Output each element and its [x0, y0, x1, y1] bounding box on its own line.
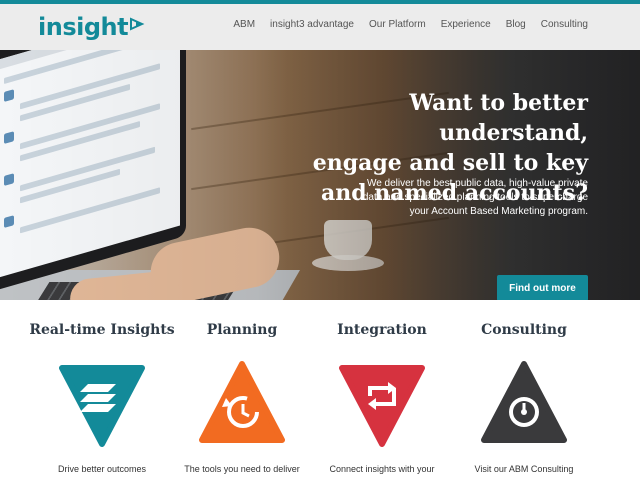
stack-layers-icon[interactable]	[58, 360, 146, 448]
feature-title: Consulting	[481, 322, 567, 338]
features-section: Real-time Insights Drive better outcomes…	[0, 300, 640, 480]
feature-title: Integration	[337, 322, 427, 338]
hero-banner: Want to better understand, engage and se…	[0, 50, 640, 300]
feature-integration[interactable]: Integration Connect insights with your	[307, 300, 457, 480]
hero-subtext-line: data and specialized planning tools to s…	[362, 192, 588, 203]
hero-headline-line: engage and sell to key	[312, 150, 588, 176]
site-header: insight ABM insight3 advantage Our Platf…	[0, 4, 640, 50]
hero-subtext: We deliver the best public data, high-va…	[338, 177, 588, 219]
nav-item-insight3-advantage[interactable]: insight3 advantage	[270, 19, 354, 30]
nav-item-abm[interactable]: ABM	[233, 19, 255, 30]
gauge-icon[interactable]	[480, 360, 568, 448]
logo-wordmark: insight	[38, 13, 129, 41]
hero-subtext-line: We deliver the best public data, high-va…	[366, 178, 588, 189]
insight-logo[interactable]: insight	[38, 12, 146, 42]
main-nav: ABM insight3 advantage Our Platform Expe…	[218, 19, 588, 30]
hero-subtext-line: your Account Based Marketing program.	[409, 206, 588, 217]
find-out-more-button[interactable]: Find out more	[497, 275, 588, 300]
sync-arrows-icon[interactable]	[338, 360, 426, 448]
feature-description: Drive better outcomes	[57, 464, 147, 474]
logo-mark-icon	[130, 17, 145, 31]
feature-title: Planning	[206, 322, 278, 338]
refresh-clock-icon[interactable]	[198, 360, 286, 448]
nav-item-our-platform[interactable]: Our Platform	[369, 19, 426, 30]
hero-headline-line: Want to better understand,	[409, 90, 588, 146]
feature-description: The tools you need to deliver	[184, 464, 300, 474]
feature-description: Connect insights with your	[329, 464, 435, 474]
feature-title: Real-time Insights	[29, 322, 175, 338]
feature-planning[interactable]: Planning The tools you need to deliver	[167, 300, 317, 480]
feature-description: Visit our ABM Consulting	[474, 464, 574, 474]
nav-item-blog[interactable]: Blog	[506, 19, 526, 30]
feature-real-time-insights[interactable]: Real-time Insights Drive better outcomes	[27, 300, 177, 480]
nav-item-consulting[interactable]: Consulting	[541, 19, 588, 30]
nav-item-experience[interactable]: Experience	[441, 19, 491, 30]
feature-consulting[interactable]: Consulting Visit our ABM Consulting	[449, 300, 599, 480]
